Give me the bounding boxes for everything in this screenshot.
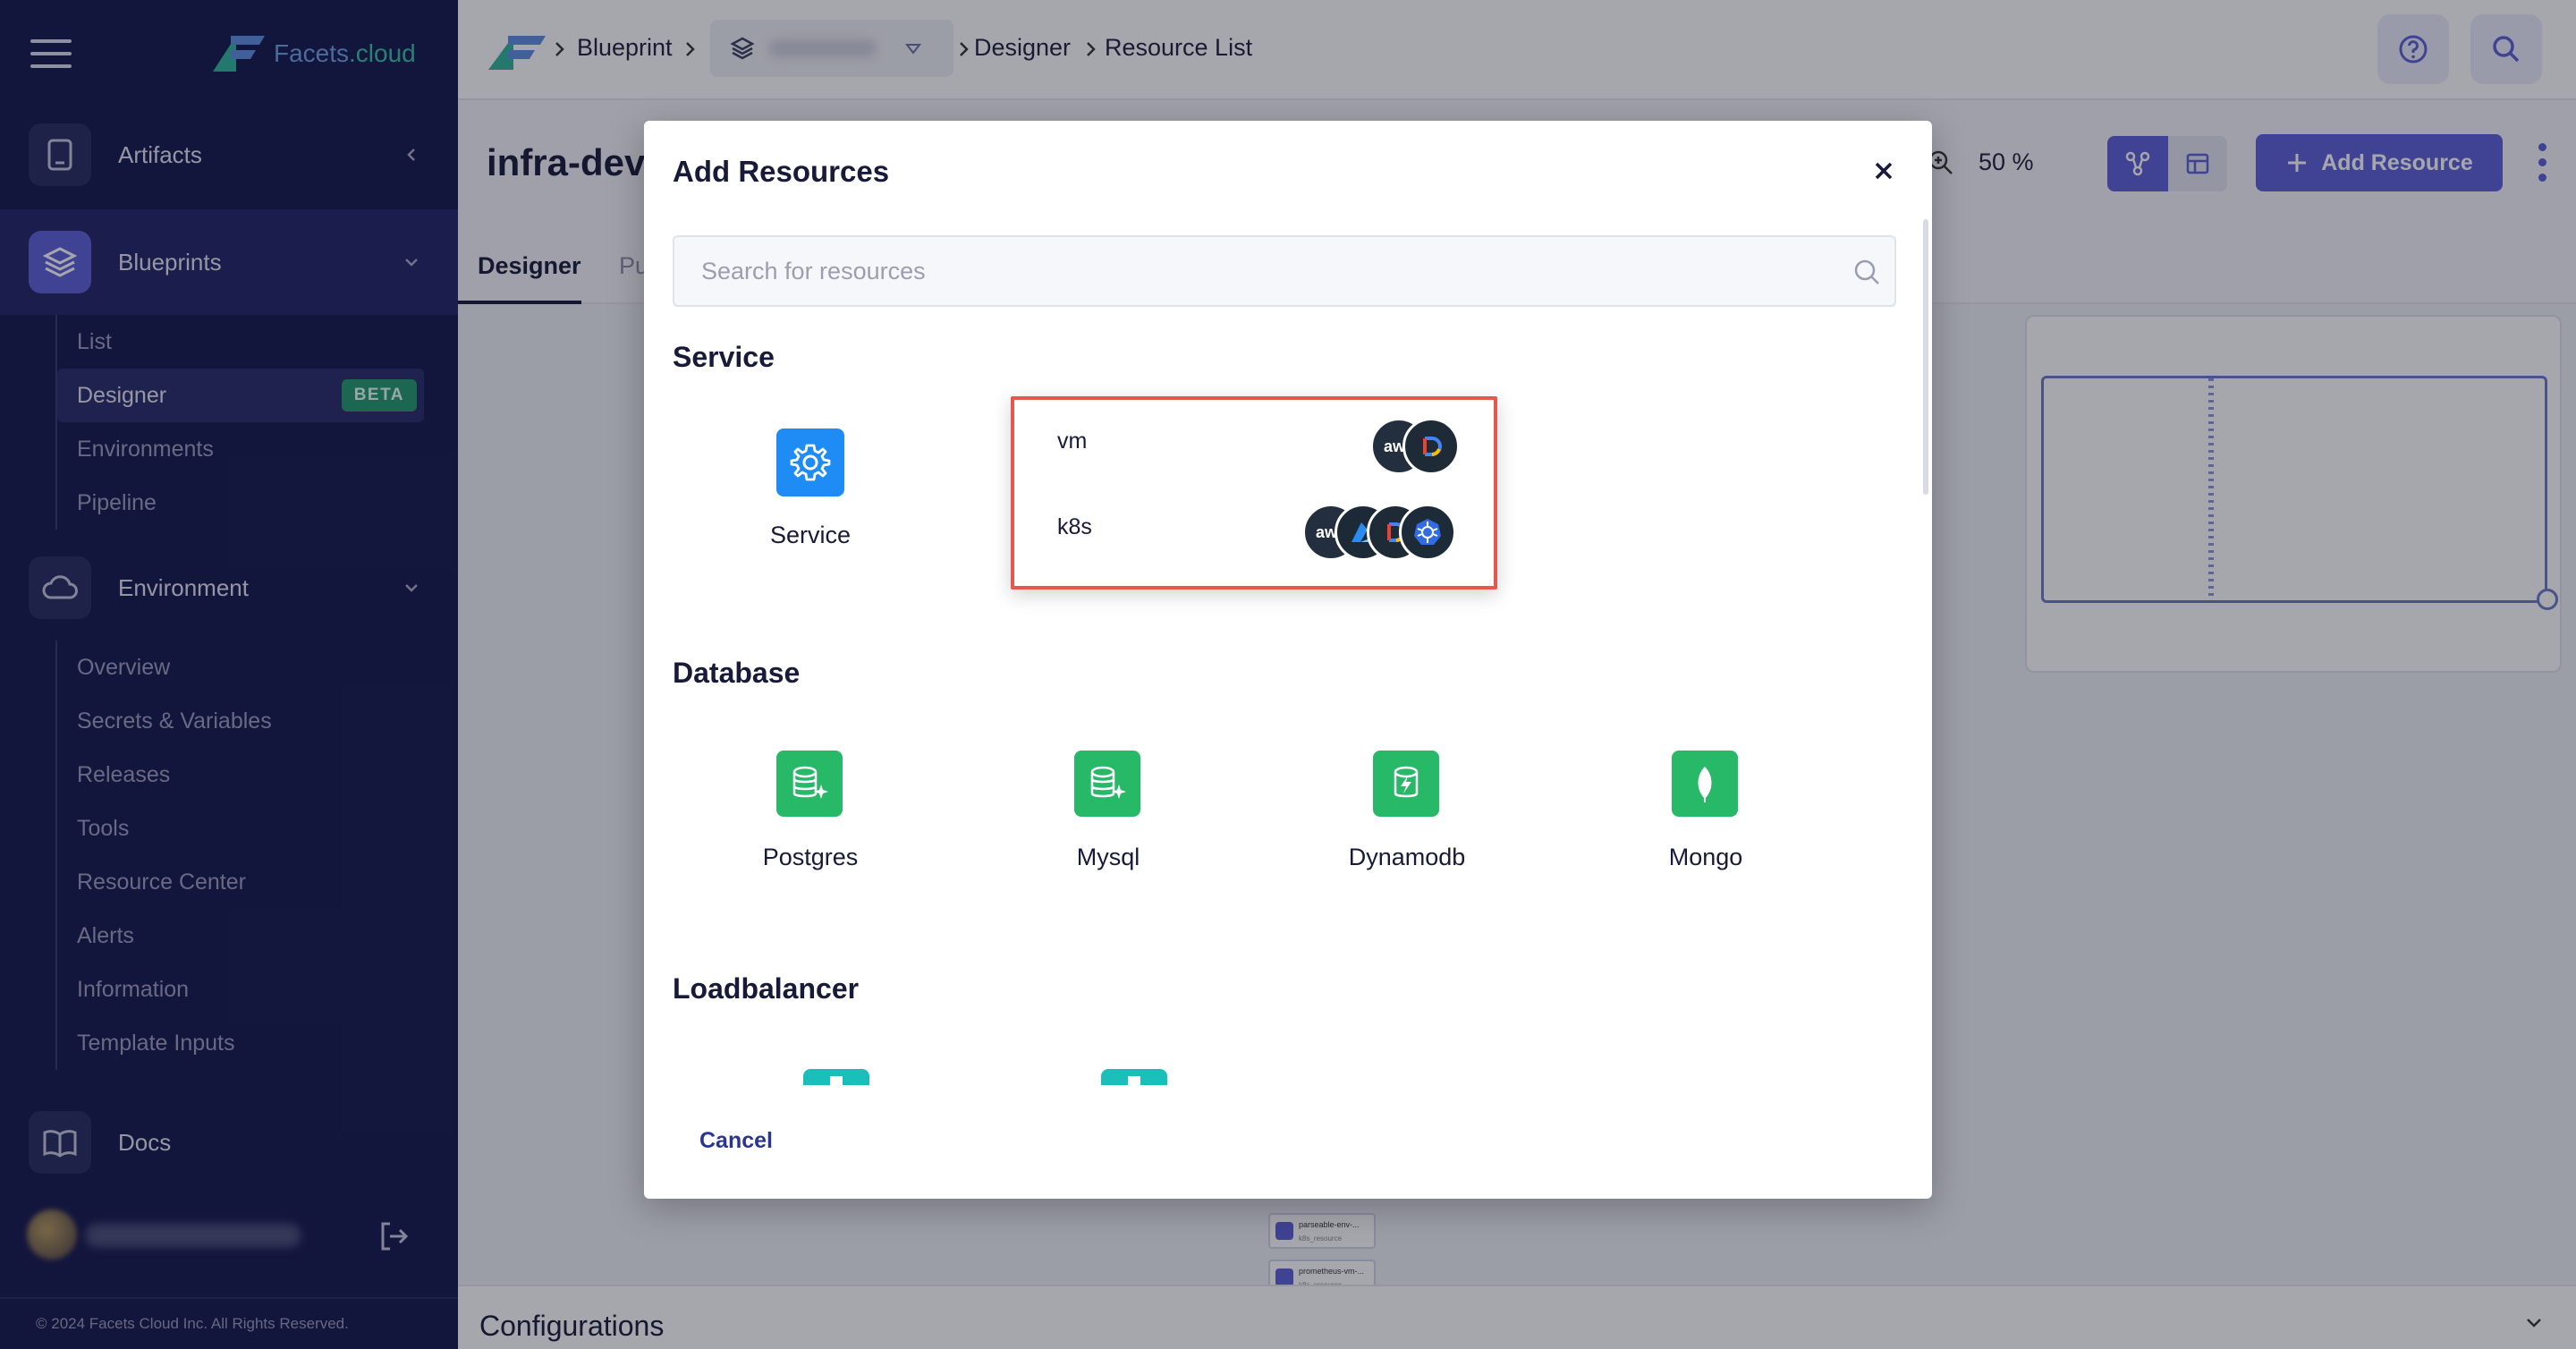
cloud-providers: aws <box>1370 418 1460 475</box>
loadbalancer-icon-partial[interactable] <box>803 1069 869 1085</box>
resource-label: Mysql <box>1076 844 1140 870</box>
resource-tile-service[interactable]: Service <box>701 428 916 563</box>
flavor-name: vm <box>1057 428 1088 454</box>
add-resources-modal: Add Resources Service Service Database P… <box>644 121 1932 1199</box>
section-title-loadbalancer: Loadbalancer <box>673 972 860 1005</box>
resource-tile-postgres[interactable]: Postgres <box>701 751 916 885</box>
resource-label: Service <box>769 522 852 548</box>
search-icon <box>1854 259 1879 284</box>
flavor-name: k8s <box>1057 514 1092 539</box>
resource-tile-mysql[interactable]: Mysql <box>999 751 1214 885</box>
modal-title: Add Resources <box>673 155 890 188</box>
gear-icon <box>776 428 844 496</box>
loadbalancer-icon-partial[interactable] <box>1101 1069 1167 1085</box>
cloud-providers: aws <box>1302 504 1460 561</box>
service-flavor-popover: vm aws k8s aws <box>1011 396 1497 590</box>
close-button[interactable] <box>1866 153 1902 189</box>
cancel-button[interactable]: Cancel <box>699 1128 773 1154</box>
resource-tile-mongo[interactable]: Mongo <box>1597 751 1811 885</box>
flavor-option-vm[interactable]: vm aws <box>1014 400 1494 486</box>
resource-search <box>673 235 1896 307</box>
database-sparkle-icon <box>776 751 843 817</box>
database-sparkle-icon <box>1074 751 1140 817</box>
close-icon <box>1875 162 1893 180</box>
kubernetes-icon <box>1399 504 1456 561</box>
search-input[interactable] <box>701 253 1810 289</box>
leaf-icon <box>1672 751 1738 817</box>
resource-label: Mongo <box>1668 844 1743 870</box>
gcp-icon <box>1402 418 1460 475</box>
database-bolt-icon <box>1373 751 1439 817</box>
section-title-database: Database <box>673 657 801 689</box>
modal-scrollbar[interactable] <box>1923 219 1928 495</box>
flavor-option-k8s[interactable]: k8s aws <box>1014 486 1494 572</box>
section-title-service: Service <box>673 341 775 373</box>
resource-label: Postgres <box>762 844 859 870</box>
resource-label: Dynamodb <box>1348 844 1466 870</box>
resource-tile-dynamodb[interactable]: Dynamodb <box>1298 751 1513 885</box>
